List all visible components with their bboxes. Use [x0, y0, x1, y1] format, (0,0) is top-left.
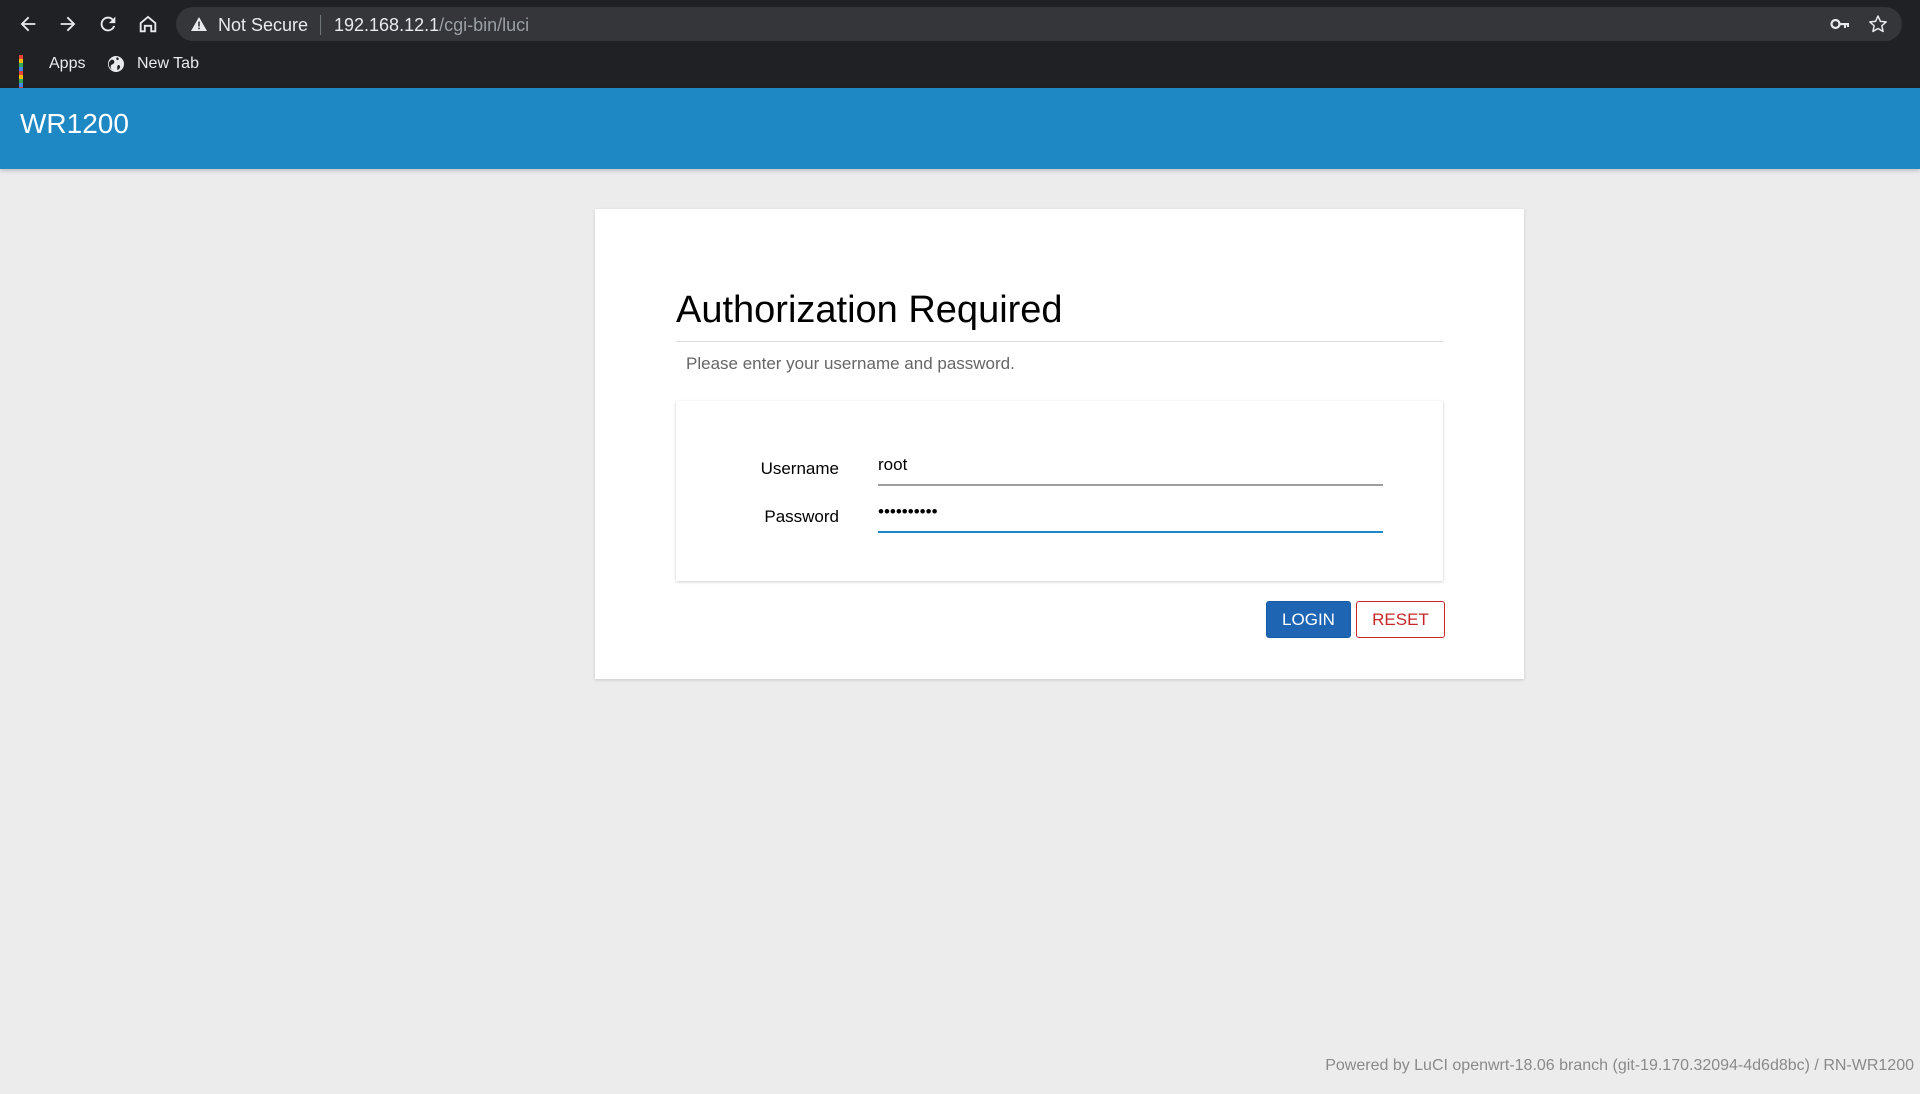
- forward-arrow-icon: [60, 16, 76, 32]
- login-button[interactable]: LOGIN: [1266, 601, 1351, 638]
- page-title: Authorization Required: [676, 289, 1063, 331]
- home-button[interactable]: [132, 8, 164, 40]
- bookmark-star-icon[interactable]: [1868, 14, 1888, 34]
- brand-title[interactable]: WR1200: [20, 108, 129, 140]
- security-status[interactable]: Not Secure: [218, 15, 308, 36]
- address-bar[interactable]: Not Secure 192.168.12.1/cgi-bin/luci: [176, 7, 1902, 41]
- url-host: 192.168.12.1: [334, 15, 440, 35]
- url-text[interactable]: 192.168.12.1/cgi-bin/luci: [334, 15, 529, 36]
- bookmark-apps[interactable]: Apps: [19, 52, 86, 91]
- warning-icon: [191, 17, 207, 31]
- globe-icon: [108, 56, 124, 72]
- browser-toolbar: Not Secure 192.168.12.1/cgi-bin/luci App…: [0, 0, 1920, 91]
- password-field[interactable]: [878, 499, 1383, 533]
- username-label: Username: [760, 459, 839, 478]
- address-divider: [320, 15, 321, 35]
- username-field[interactable]: [878, 452, 1383, 486]
- bookmark-apps-label: Apps: [49, 55, 86, 72]
- reload-button[interactable]: [92, 8, 124, 40]
- bookmark-new-tab-label: New Tab: [137, 55, 199, 72]
- title-divider: [676, 341, 1443, 342]
- home-icon: [139, 15, 157, 33]
- reload-icon: [100, 16, 116, 32]
- footer-powered-by: Powered by LuCI openwrt-18.06 branch (gi…: [1325, 1057, 1914, 1074]
- apps-grid-icon: [19, 55, 37, 91]
- login-card: Authorization Required Please enter your…: [595, 209, 1524, 679]
- back-arrow-icon: [20, 16, 36, 32]
- page-header: WR1200: [0, 88, 1920, 169]
- key-icon[interactable]: [1830, 15, 1850, 33]
- password-label: Password: [764, 507, 839, 526]
- forward-button[interactable]: [52, 8, 84, 40]
- url-path: /cgi-bin/luci: [439, 15, 530, 35]
- login-description: Please enter your username and password.: [686, 354, 1015, 373]
- back-button[interactable]: [12, 8, 44, 40]
- login-fieldset: Username Password: [676, 401, 1443, 581]
- reset-button[interactable]: RESET: [1356, 601, 1445, 638]
- bookmark-new-tab[interactable]: New Tab: [107, 52, 199, 76]
